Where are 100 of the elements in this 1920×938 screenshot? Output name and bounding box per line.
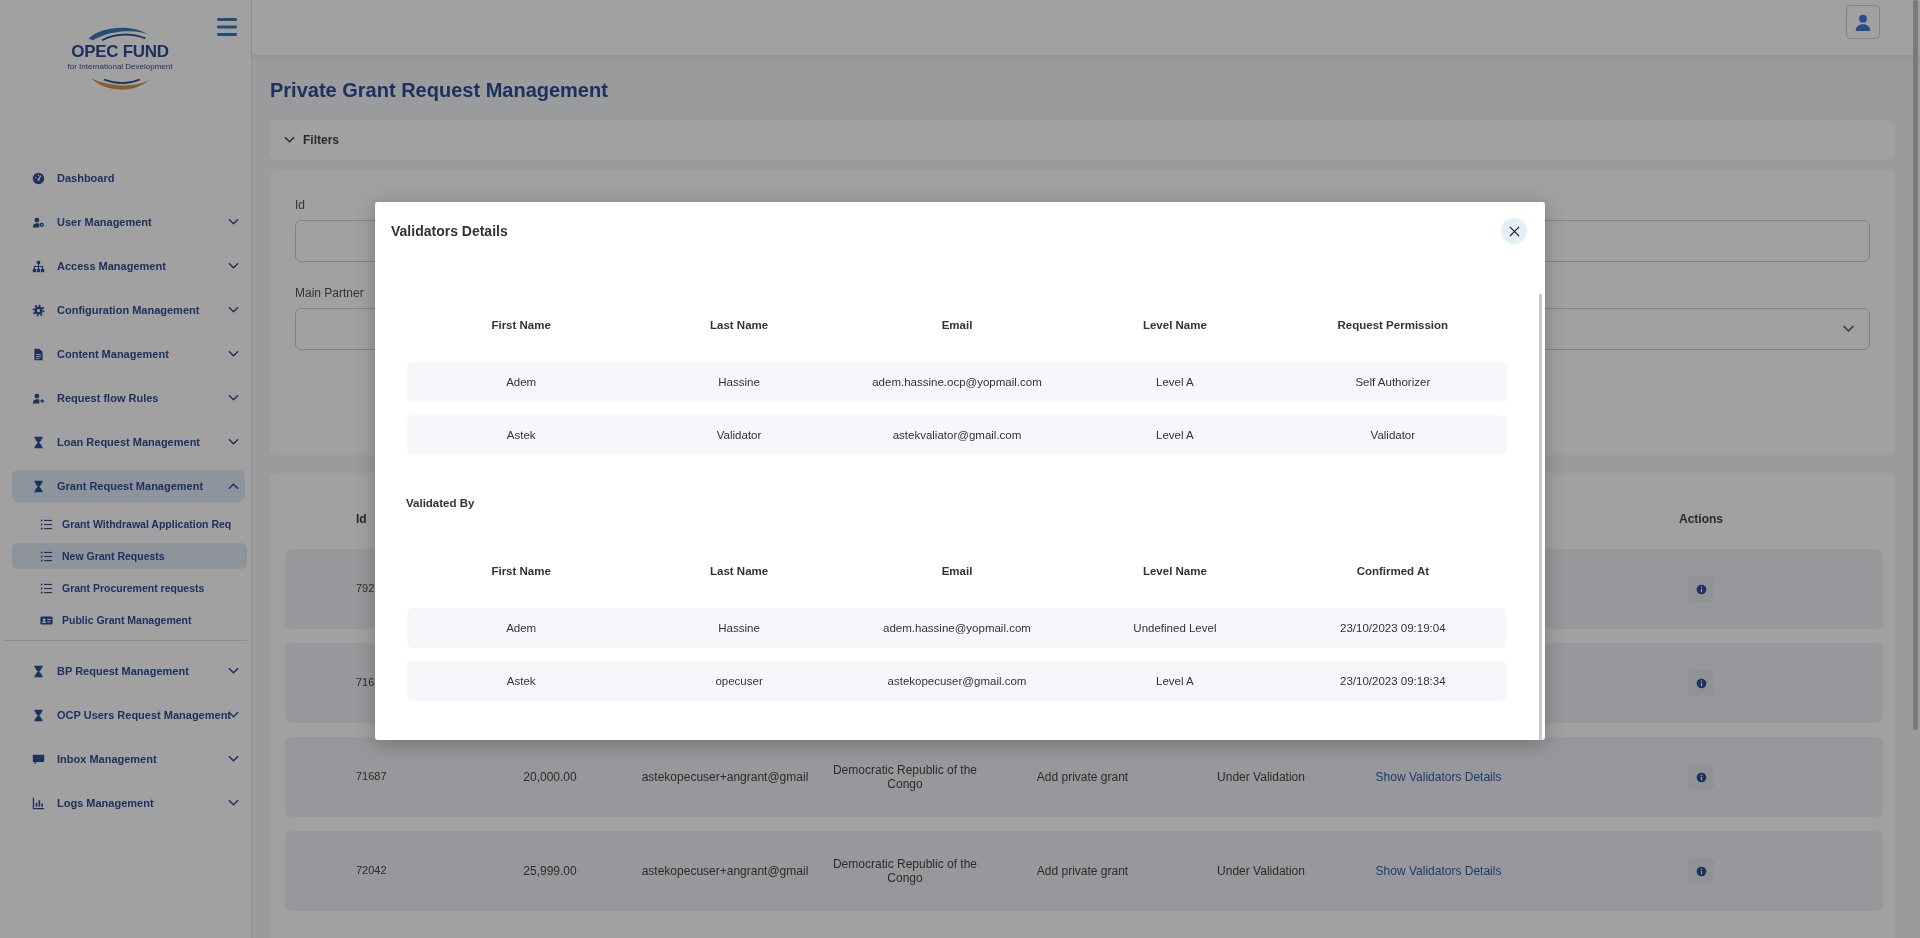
column-header: Last Name [709,565,770,577]
section-title: Validated By [406,497,475,509]
page-title: Private Grant Request Management [270,79,609,102]
table-cell-text: Democratic Republic of the Congo [831,856,979,886]
sidebar-item[interactable]: Configuration Management [12,294,245,326]
list-icon [40,517,53,531]
column-header: Level Name [1141,319,1208,331]
gear-icon [32,303,45,317]
table-cell-text: Add private grant [1035,863,1130,879]
sidebar-subitem[interactable]: Public Grant Management [12,607,247,633]
speech-bubble-icon [32,752,45,766]
table-cell-text: 25,999.00 [522,863,578,879]
table-cell-text: Validator [1369,429,1417,441]
info-button[interactable] [1688,764,1714,790]
hourglass-icon [32,479,45,493]
table-cell-text: 23/10/2023 09:19:04 [1339,622,1447,634]
table-cell-text: astekopecuser+angrant@gmail [640,769,810,785]
sidebar-subitem[interactable]: New Grant Requests [12,543,247,569]
sidebar-item[interactable]: Inbox Management [12,743,245,775]
chevron-down-icon [1842,325,1855,333]
column-header: First Name [490,565,552,577]
document-icon [32,347,45,361]
table-cell-text: Level A [1155,675,1195,687]
table-cell-text: Under Validation [1216,863,1306,879]
gauge-icon [32,171,45,185]
table-cell-text: Validator [715,429,763,441]
table-cell-text: Adem [505,622,538,634]
info-button[interactable] [1688,576,1714,602]
sitemap-icon [32,259,45,273]
table-cell-text: Astek [505,429,537,441]
id-card-icon [40,613,53,627]
sidebar-item[interactable]: Loan Request Management [12,426,245,458]
scrollbar[interactable] [1913,0,1918,730]
column-header: Last Name [709,319,770,331]
sidebar-item[interactable]: User Management [12,206,245,238]
table-cell-text: astekopecuser@gmail.com [886,675,1028,687]
table-cell-text: opecuser [714,675,764,687]
scrollbar[interactable] [1539,294,1542,740]
table-cell-text: Democratic Republic of the Congo [831,762,979,792]
hourglass-icon [32,708,45,722]
table-cell-text: Adem [505,376,538,388]
table-cell-text: 72042 [355,864,388,878]
user-gear-icon [32,215,45,229]
menu-icon[interactable] [217,18,237,36]
user-arrow-icon [32,391,45,405]
validators-link[interactable]: Show Validators Details [1337,863,1540,879]
column-header: First Name [490,319,552,331]
column-header: Level Name [1141,565,1208,577]
table-cell-text: 716 [355,676,376,690]
table-cell-text: Level A [1155,429,1195,441]
info-icon [1695,771,1707,783]
list-icon [40,549,53,563]
table-cell-text: Astek [505,675,537,687]
sidebar-item[interactable]: Request flow Rules [12,382,245,414]
filters-toggle[interactable]: Filters [270,120,1895,160]
info-icon [1695,865,1707,877]
table-cell-text: astekopecuser+angrant@gmail [640,863,810,879]
info-button[interactable] [1688,858,1714,884]
table-cell-text: astekvaliator@gmail.com [891,429,1023,441]
sidebar-item[interactable]: Access Management [12,250,245,282]
field-label: Id [295,198,306,212]
close-button[interactable] [1501,218,1527,244]
table-cell-text: Self Authorizer [1354,376,1432,388]
close-icon [1508,225,1520,237]
column-header: Email [940,565,974,577]
hourglass-icon [32,435,45,449]
table-cell-text: Under Validation [1216,769,1306,785]
sidebar-item[interactable]: BP Request Management [12,655,245,687]
chevron-down-icon [284,136,295,144]
user-button[interactable] [1846,4,1880,39]
sidebar-item[interactable]: OCP Users Request Management [12,699,245,731]
sidebar-item[interactable]: Logs Management [12,787,245,819]
sidebar-subitem[interactable]: Grant Withdrawal Application Req [12,511,247,537]
table-cell-text: adem.hassine@yopmail.com [882,622,1032,634]
table-cell-text: 792 [355,582,376,596]
column-header: Actions [1678,512,1724,526]
column-header: Confirmed At [1355,565,1431,577]
list-icon [40,581,53,595]
info-icon [1695,583,1707,595]
column-header: Id [355,512,368,526]
table-cell-text: 71687 [355,770,388,784]
sidebar-item[interactable]: Dashboard [12,162,245,194]
table-cell-text: adem.hassine.ocp@yopmail.com [871,376,1043,388]
info-button[interactable] [1688,670,1714,696]
validators-link[interactable]: Show Validators Details [1337,769,1540,785]
user-icon [1854,12,1872,31]
table-cell-text: Hassine [717,376,761,388]
column-header: Email [940,319,974,331]
logo-tagline: for International Development [67,62,173,71]
field-label: Main Partner [295,286,365,300]
sidebar-item[interactable]: Grant Request Management [12,470,245,502]
info-icon [1695,677,1707,689]
table-cell-text: 20,000.00 [522,769,578,785]
sidebar-item[interactable]: Content Management [12,338,245,370]
bar-chart-icon [32,796,45,810]
hourglass-icon [32,664,45,678]
logo-name: OPEC FUND [71,42,169,62]
sidebar-subitem[interactable]: Grant Procurement requests [12,575,247,601]
dialog-title: Validators Details [391,223,508,239]
table-cell-text: Undefined Level [1132,622,1218,634]
